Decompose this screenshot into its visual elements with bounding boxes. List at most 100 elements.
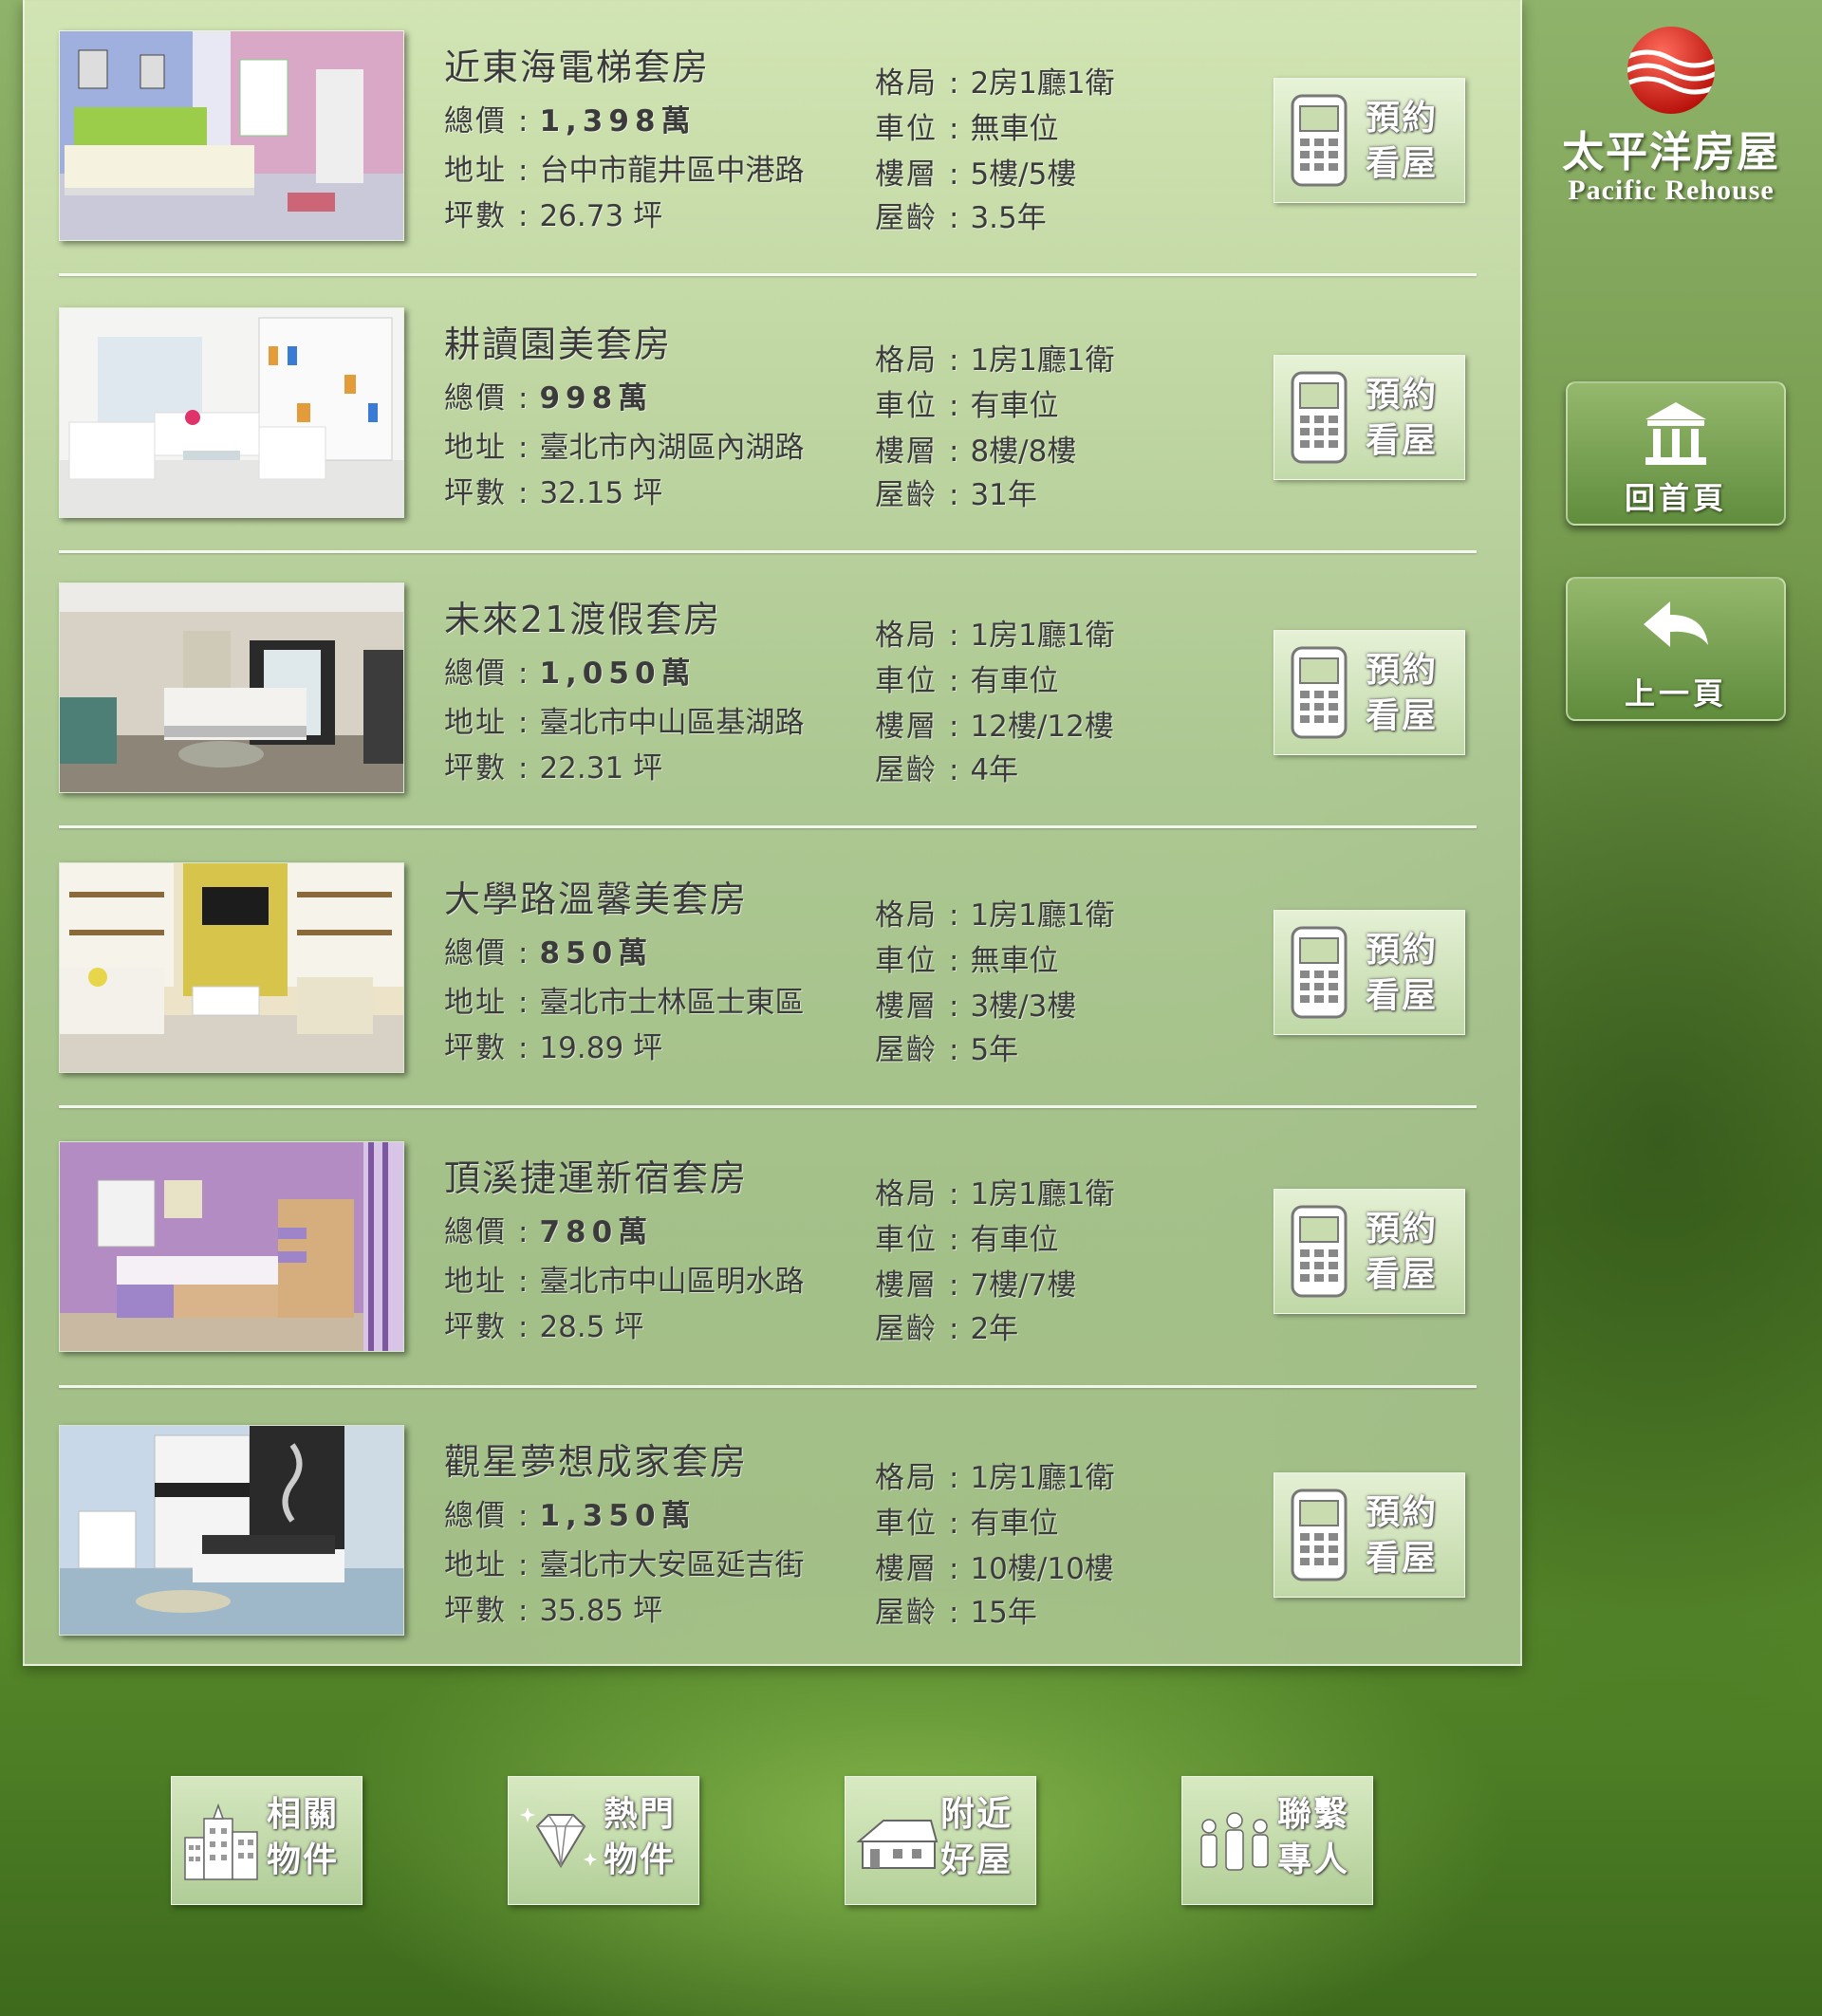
listing-item[interactable]: 觀星夢想成家套房 總價:1,350萬 地址: 臺北市大安區延吉街 坪數:35.85… <box>25 1395 1520 1674</box>
buildings-icon <box>184 1803 258 1880</box>
phone-icon <box>1291 926 1348 1019</box>
book-viewing-button[interactable]: 預約 看屋 <box>1274 78 1465 203</box>
listing-photo[interactable] <box>59 307 404 518</box>
area-value: 28.5 <box>539 1310 605 1344</box>
home-button[interactable]: 回首頁 <box>1566 381 1786 526</box>
address-value: 台中市龍井區中港路 <box>539 154 805 188</box>
nearby-homes-button[interactable]: 附近 好屋 <box>845 1776 1036 1905</box>
layout-row: 格局:2房1廳1衛 <box>875 66 1115 101</box>
layout-row: 格局:1房1廳1衛 <box>875 1461 1115 1495</box>
price-row: 總價:1,050萬 <box>444 657 697 691</box>
listing-title: 近東海電梯套房 <box>444 46 711 88</box>
floor-row: 樓層:3樓/3樓 <box>875 990 1077 1024</box>
age-row: 屋齡:15年 <box>875 1596 1037 1630</box>
layout-row: 格局:1房1廳1衛 <box>875 343 1115 378</box>
divider <box>59 1385 1477 1388</box>
address-value: 臺北市士林區士東區 <box>539 986 805 1020</box>
back-button-label: 上一頁 <box>1624 675 1727 712</box>
area-row: 坪數:28.5 坪 <box>444 1310 644 1344</box>
popular-listings-button[interactable]: 熱門 物件 <box>508 1776 699 1905</box>
related-listings-button[interactable]: 相關 物件 <box>171 1776 363 1905</box>
area-value: 35.85 <box>539 1594 624 1628</box>
phone-icon <box>1291 371 1348 464</box>
area-row: 坪數:19.89 坪 <box>444 1031 663 1065</box>
price-row: 總價:850萬 <box>444 936 654 971</box>
age-row: 屋齡:31年 <box>875 478 1037 512</box>
price-row: 總價:1,350萬 <box>444 1499 697 1533</box>
listing-item[interactable]: 近東海電梯套房 總價:1,398萬 地址: 台中市龍井區中港路 坪數:26.73 … <box>25 0 1520 280</box>
listing-title: 頂溪捷運新宿套房 <box>444 1157 749 1199</box>
listing-title: 大學路溫馨美套房 <box>444 879 749 920</box>
area-value: 22.31 <box>539 751 624 786</box>
contact-agent-button[interactable]: 聯繫 專人 <box>1181 1776 1373 1905</box>
price-value: 780 <box>539 1215 619 1249</box>
price-row: 總價:1,398萬 <box>444 104 697 139</box>
back-button[interactable]: 上一頁 <box>1566 577 1786 721</box>
price-value: 1,350 <box>539 1499 661 1533</box>
price-value: 998 <box>539 381 619 416</box>
listing-photo[interactable] <box>59 1425 404 1636</box>
floor-row: 樓層:12樓/12樓 <box>875 710 1114 744</box>
area-value: 32.15 <box>539 476 624 510</box>
floor-row: 樓層:7樓/7樓 <box>875 1268 1077 1303</box>
address-row: 地址: 臺北市士林區士東區 <box>444 986 805 1020</box>
age-row: 屋齡:4年 <box>875 753 1019 787</box>
globe-logo-icon <box>1627 27 1715 114</box>
divider <box>59 273 1477 276</box>
age-row: 屋齡:3.5年 <box>875 201 1047 235</box>
diamond-icon <box>520 1807 597 1868</box>
price-row: 總價:998萬 <box>444 381 654 416</box>
price-value: 1,050 <box>539 657 661 691</box>
phone-icon <box>1291 646 1348 739</box>
area-row: 坪數:26.73 坪 <box>444 199 663 233</box>
address-value: 臺北市大安區延吉街 <box>539 1548 805 1582</box>
book-viewing-button[interactable]: 預約 看屋 <box>1274 630 1465 755</box>
floor-row: 樓層:5樓/5樓 <box>875 157 1077 192</box>
house-icon <box>856 1820 939 1869</box>
parking-row: 車位: 無車位 <box>875 944 1059 978</box>
phone-icon <box>1291 94 1348 187</box>
back-arrow-icon <box>1644 601 1708 647</box>
price-row: 總價:780萬 <box>444 1215 654 1249</box>
floor-row: 樓層:8樓/8樓 <box>875 435 1077 469</box>
listing-item[interactable]: 耕讀園美套房 總價:998萬 地址: 臺北市內湖區內湖路 坪數:32.15 坪 格… <box>25 277 1520 557</box>
home-building-icon <box>1645 402 1706 465</box>
listing-item[interactable]: 頂溪捷運新宿套房 總價:780萬 地址: 臺北市中山區明水路 坪數:28.5 坪 … <box>25 1111 1520 1391</box>
listing-title: 觀星夢想成家套房 <box>444 1441 749 1483</box>
address-value: 臺北市內湖區內湖路 <box>539 431 805 465</box>
divider <box>59 1105 1477 1108</box>
listing-photo[interactable] <box>59 862 404 1073</box>
brand-name-en: Pacific Rehouse <box>1568 175 1775 206</box>
book-viewing-button[interactable]: 預約 看屋 <box>1274 910 1465 1035</box>
parking-row: 車位: 有車位 <box>875 389 1059 423</box>
listing-item[interactable]: 大學路溫馨美套房 總價:850萬 地址: 臺北市士林區士東區 坪數:19.89 坪… <box>25 832 1520 1112</box>
address-row: 地址: 台中市龍井區中港路 <box>444 154 805 188</box>
area-value: 19.89 <box>539 1031 624 1065</box>
address-row: 地址: 臺北市中山區明水路 <box>444 1265 805 1299</box>
area-row: 坪數:32.15 坪 <box>444 476 663 510</box>
address-value: 臺北市中山區明水路 <box>539 1265 805 1299</box>
area-value: 26.73 <box>539 199 624 233</box>
address-row: 地址: 臺北市中山區基湖路 <box>444 706 805 740</box>
age-row: 屋齡:2年 <box>875 1312 1019 1346</box>
listing-photo[interactable] <box>59 583 404 793</box>
listing-photo[interactable] <box>59 1141 404 1352</box>
parking-row: 車位: 有車位 <box>875 1507 1059 1541</box>
book-viewing-button[interactable]: 預約 看屋 <box>1274 355 1465 480</box>
divider <box>59 825 1477 828</box>
book-viewing-button[interactable]: 預約 看屋 <box>1274 1189 1465 1314</box>
home-button-label: 回首頁 <box>1624 480 1727 516</box>
parking-row: 車位: 有車位 <box>875 664 1059 698</box>
listing-photo[interactable] <box>59 30 404 241</box>
price-value: 850 <box>539 936 619 971</box>
brand-name-cn: 太平洋房屋 <box>1562 128 1780 176</box>
listing-item[interactable]: 未來21渡假套房 總價:1,050萬 地址: 臺北市中山區基湖路 坪數:22.31… <box>25 552 1520 832</box>
listing-title: 耕讀園美套房 <box>444 324 673 365</box>
floor-row: 樓層:10樓/10樓 <box>875 1552 1114 1586</box>
address-value: 臺北市中山區基湖路 <box>539 706 805 740</box>
book-viewing-button[interactable]: 預約 看屋 <box>1274 1472 1465 1598</box>
brand-logo[interactable]: 太平洋房屋 Pacific Rehouse <box>1552 23 1790 207</box>
age-row: 屋齡:5年 <box>875 1033 1019 1067</box>
parking-row: 車位: 有車位 <box>875 1223 1059 1257</box>
price-label: 總價 <box>444 104 507 139</box>
